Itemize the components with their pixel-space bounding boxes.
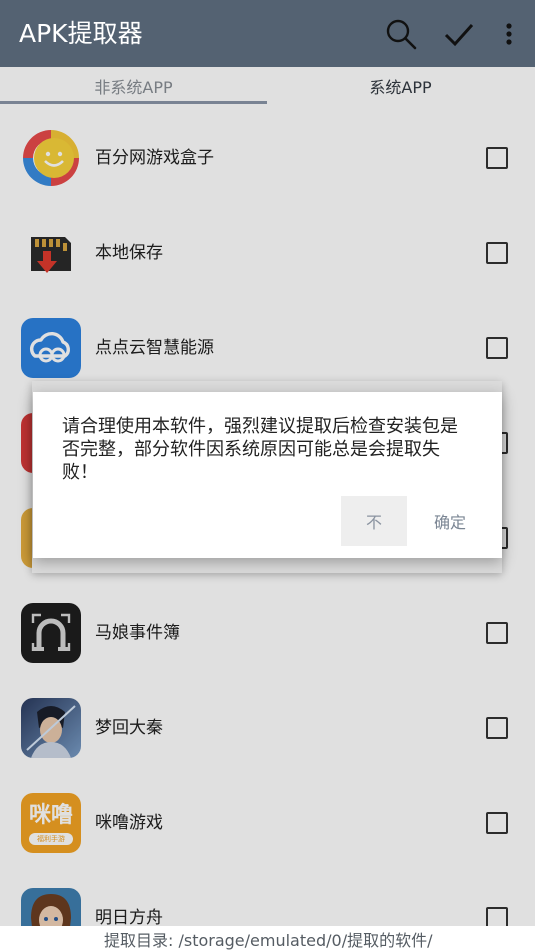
extract-path-text: 提取目录: /storage/emulated/0/提取的软件/ bbox=[104, 931, 433, 950]
dialog-message: 请合理使用本软件，强烈建议提取后检查安装包是否完整，部分软件因系统原因可能总是会… bbox=[62, 416, 458, 483]
app-bar: APK提取器 bbox=[0, 0, 535, 67]
search-button[interactable] bbox=[381, 14, 421, 54]
app-title: APK提取器 bbox=[19, 19, 143, 48]
check-icon bbox=[444, 23, 474, 47]
dialog-negative-button[interactable]: 不 bbox=[341, 496, 407, 546]
extract-path-bar: 提取目录: /storage/emulated/0/提取的软件/ bbox=[0, 926, 535, 951]
dialog-confirm-button[interactable]: 确定 bbox=[423, 496, 477, 546]
search-icon bbox=[386, 19, 417, 50]
more-vert-icon bbox=[506, 23, 512, 45]
select-all-button[interactable] bbox=[439, 14, 479, 54]
overflow-menu-button[interactable] bbox=[489, 14, 529, 54]
warning-dialog: 请合理使用本软件，强烈建议提取后检查安装包是否完整，部分软件因系统原因可能总是会… bbox=[33, 392, 502, 558]
